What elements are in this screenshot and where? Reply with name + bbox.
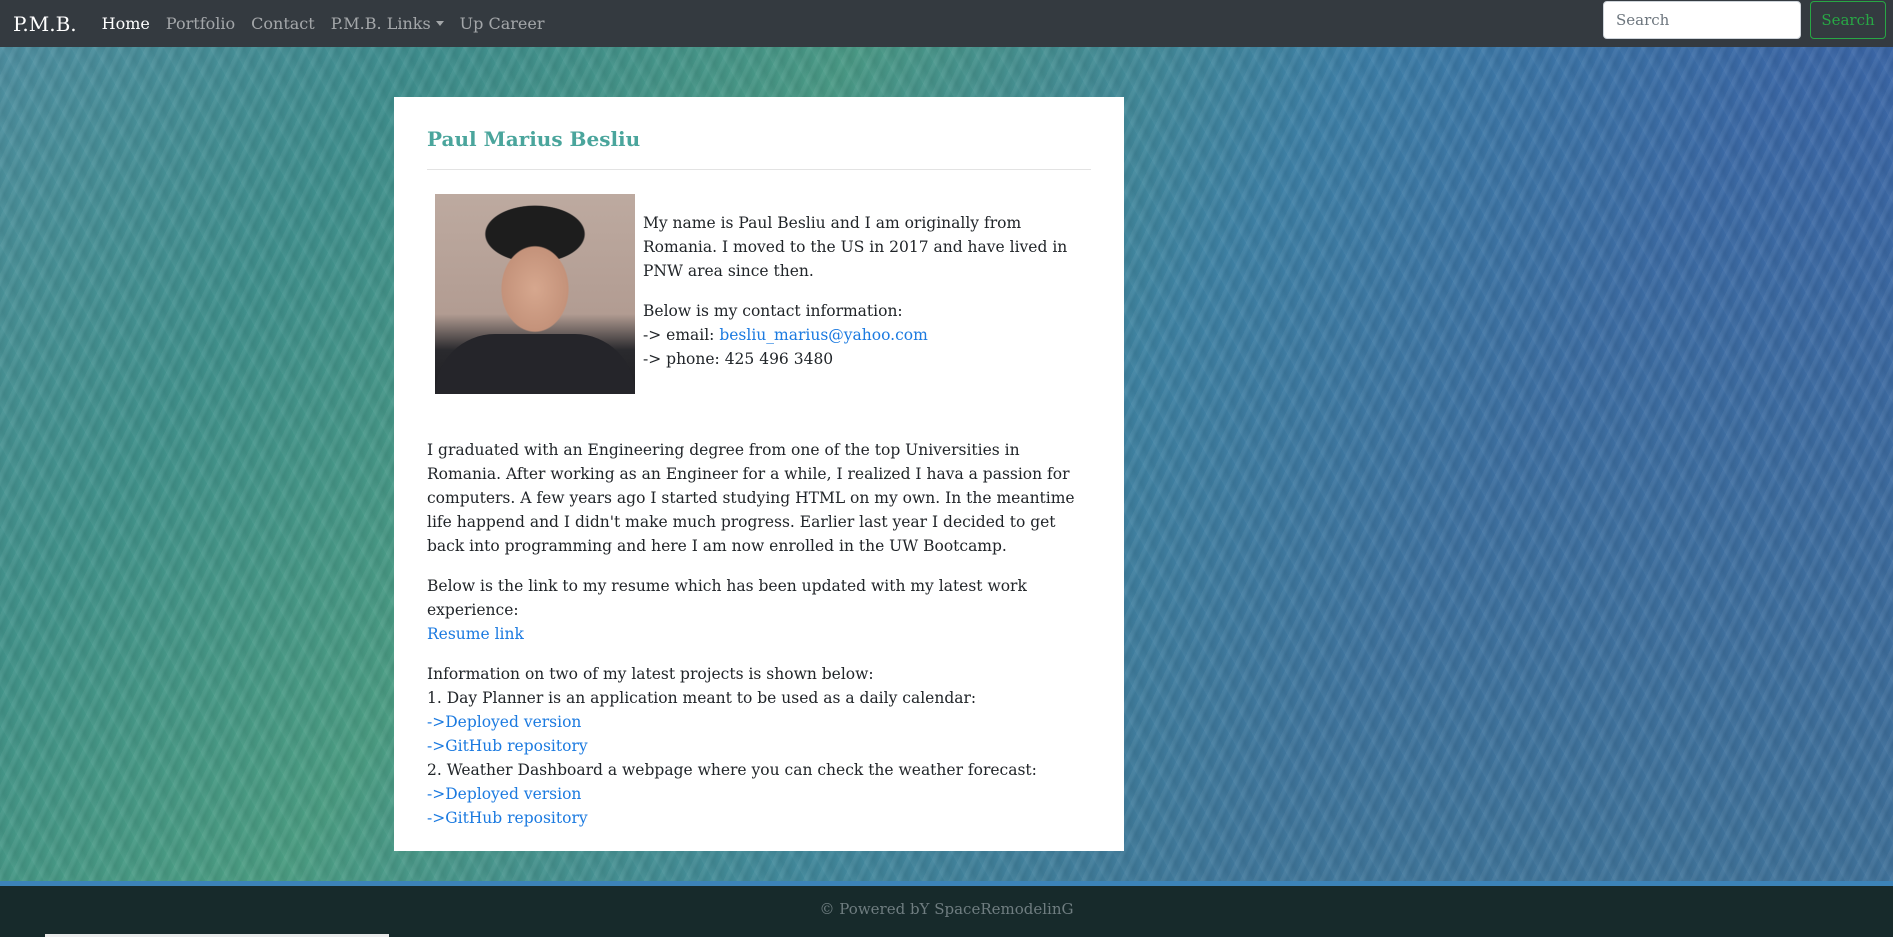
- search-button[interactable]: Search: [1810, 1, 1886, 39]
- nav-contact[interactable]: Contact: [251, 14, 315, 33]
- projects-section: Information on two of my latest projects…: [427, 662, 1091, 830]
- contact-heading: Below is my contact information:: [643, 302, 903, 320]
- email-prefix: -> email:: [643, 326, 720, 344]
- project-2-title: 2. Weather Dashboard a webpage where you…: [427, 761, 1037, 779]
- email-link[interactable]: besliu_marius@yahoo.com: [719, 326, 927, 344]
- projects-heading: Information on two of my latest projects…: [427, 665, 874, 683]
- project-1-repo-link[interactable]: ->GitHub repository: [427, 737, 588, 755]
- search-input[interactable]: [1603, 1, 1801, 39]
- intro-text: My name is Paul Besliu and I am original…: [643, 194, 1091, 394]
- brand-link[interactable]: P.M.B.: [13, 12, 77, 36]
- contact-info: Below is my contact information: -> emai…: [643, 299, 1091, 371]
- project-2-repo-link[interactable]: ->GitHub repository: [427, 809, 588, 827]
- resume-text: Below is the link to my resume which has…: [427, 577, 1027, 619]
- photo-shoulders: [435, 334, 635, 394]
- intro-section: My name is Paul Besliu and I am original…: [427, 194, 1091, 394]
- footer-text: © Powered bY SpaceRemodelinG: [819, 900, 1074, 918]
- nav-home[interactable]: Home: [102, 14, 150, 33]
- nav-portfolio[interactable]: Portfolio: [166, 14, 235, 33]
- bio-paragraph: I graduated with an Engineering degree f…: [427, 441, 1075, 555]
- profile-card: Paul Marius Besliu My name is Paul Besli…: [394, 97, 1124, 851]
- page-title: Paul Marius Besliu: [427, 127, 641, 151]
- nav-pmb-links-label: P.M.B. Links: [330, 14, 431, 33]
- intro-paragraph: My name is Paul Besliu and I am original…: [643, 214, 1068, 280]
- phone-text: -> phone: 425 496 3480: [643, 350, 834, 368]
- nav-up-career[interactable]: Up Career: [460, 14, 545, 33]
- project-1-deployed-link[interactable]: ->Deployed version: [427, 713, 581, 731]
- project-2-deployed-link[interactable]: ->Deployed version: [427, 785, 581, 803]
- caret-down-icon: [435, 21, 444, 26]
- footer: © Powered bY SpaceRemodelinG: [0, 881, 1893, 937]
- project-1-title: 1. Day Planner is an application meant t…: [427, 689, 977, 707]
- resume-link[interactable]: Resume link: [427, 625, 524, 643]
- nav-pmb-links-dropdown[interactable]: P.M.B. Links: [331, 14, 444, 33]
- navbar: P.M.B. Home Portfolio Contact P.M.B. Lin…: [0, 0, 1893, 47]
- resume-section: Below is the link to my resume which has…: [427, 574, 1091, 646]
- profile-photo: [435, 194, 635, 394]
- title-divider: [427, 169, 1091, 170]
